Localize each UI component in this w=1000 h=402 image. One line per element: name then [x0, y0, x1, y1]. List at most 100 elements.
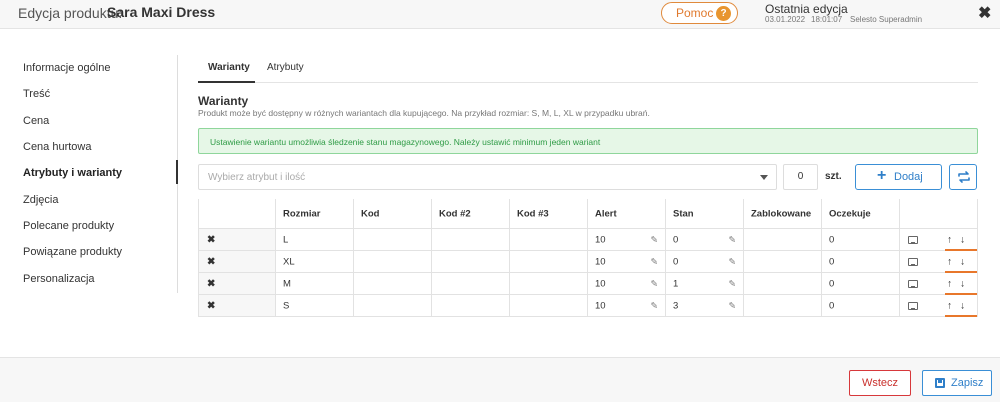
arrow-down-icon[interactable]: ↓ — [960, 234, 965, 245]
footer-bar: Wstecz Zapisz — [0, 357, 1000, 402]
cell-size-value: M — [283, 278, 291, 289]
info-alert: Ustawienie wariantu umożliwia śledzenie … — [198, 128, 978, 154]
image-icon[interactable] — [908, 301, 918, 310]
last-edit-label: Ostatnia edycja — [765, 2, 848, 16]
remove-icon[interactable]: ✖ — [207, 256, 215, 267]
cell-code2 — [432, 273, 510, 295]
image-icon[interactable] — [908, 257, 918, 266]
remove-cell: ✖ — [198, 229, 276, 251]
cell-pending-value: 0 — [829, 234, 835, 245]
remove-icon[interactable]: ✖ — [207, 234, 215, 245]
cell-stock[interactable]: 0 ✎ — [666, 251, 744, 273]
sidebar-item-personalizacja[interactable]: Personalizacja — [23, 273, 95, 285]
refresh-button[interactable] — [949, 164, 977, 190]
cell-code3 — [510, 273, 588, 295]
cell-size: XL — [276, 251, 354, 273]
arrow-down-icon[interactable]: ↓ — [960, 256, 965, 267]
sidebar-item-atrybuty-i-warianty[interactable]: Atrybuty i warianty — [23, 167, 122, 179]
add-button-label: Dodaj — [894, 171, 923, 183]
arrow-up-icon[interactable]: ↑ — [947, 300, 952, 311]
cell-alert-value: 10 — [595, 234, 606, 245]
cell-stock-value: 3 — [673, 300, 679, 311]
sidebar-item-polecane-produkty[interactable]: Polecane produkty — [23, 220, 114, 232]
caret-down-icon — [760, 175, 768, 180]
sidebar-item-powiazane-produkty[interactable]: Powiązane produkty — [23, 246, 122, 258]
remove-cell: ✖ — [198, 251, 276, 273]
sidebar-active-indicator — [176, 160, 178, 184]
pencil-icon[interactable]: ✎ — [650, 278, 658, 289]
column-header-size: Rozmiar — [283, 208, 321, 219]
attribute-select-placeholder: Wybierz atrybut i ilość — [208, 172, 306, 183]
cell-size-value: S — [283, 300, 290, 311]
cell-blocked — [744, 251, 822, 273]
arrow-up-icon[interactable]: ↑ — [947, 234, 952, 245]
remove-icon[interactable]: ✖ — [207, 300, 215, 311]
save-button[interactable]: Zapisz — [922, 370, 992, 396]
pencil-icon[interactable]: ✎ — [650, 234, 658, 245]
pencil-icon[interactable]: ✎ — [728, 234, 736, 245]
cell-alert[interactable]: 10 ✎ — [588, 273, 666, 295]
column-header-pending: Oczekuje — [829, 208, 871, 219]
back-button[interactable]: Wstecz — [849, 370, 911, 396]
cell-pending: 0 — [822, 273, 900, 295]
cell-alert[interactable]: 10 ✎ — [588, 251, 666, 273]
sidebar-item-informacje-ogolne[interactable]: Informacje ogólne — [23, 62, 110, 74]
arrow-down-icon[interactable]: ↓ — [960, 278, 965, 289]
pencil-icon[interactable]: ✎ — [728, 256, 736, 267]
cell-stock-value: 0 — [673, 256, 679, 267]
cell-stock[interactable]: 3 ✎ — [666, 295, 744, 317]
image-icon[interactable] — [908, 279, 918, 288]
cell-code2 — [432, 251, 510, 273]
cell-alert[interactable]: 10 ✎ — [588, 295, 666, 317]
remove-icon[interactable]: ✖ — [207, 278, 215, 289]
cell-pending-value: 0 — [829, 300, 835, 311]
column-header-stock: Stan — [673, 208, 694, 219]
attribute-select[interactable]: Wybierz atrybut i ilość — [198, 164, 777, 190]
sidebar-item-zdjecia[interactable]: Zdjęcia — [23, 194, 58, 206]
section-title: Warianty — [198, 94, 249, 108]
arrow-up-icon[interactable]: ↑ — [947, 278, 952, 289]
quantity-input[interactable]: 0 — [783, 164, 818, 190]
cell-alert[interactable]: 10 ✎ — [588, 229, 666, 251]
table-header-cell — [198, 199, 276, 229]
pencil-icon[interactable]: ✎ — [728, 278, 736, 289]
column-header-blocked: Zablokowane — [751, 208, 812, 219]
cell-pending: 0 — [822, 251, 900, 273]
pencil-icon[interactable]: ✎ — [650, 256, 658, 267]
arrow-down-icon[interactable]: ↓ — [960, 300, 965, 311]
arrow-up-icon[interactable]: ↑ — [947, 256, 952, 267]
tab-atrybuty[interactable]: Atrybuty — [267, 62, 304, 73]
cell-stock[interactable]: 1 ✎ — [666, 273, 744, 295]
help-label: Pomoc — [676, 6, 714, 20]
sidebar-item-cena[interactable]: Cena — [23, 115, 49, 127]
image-icon[interactable] — [908, 235, 918, 244]
pencil-icon[interactable]: ✎ — [728, 300, 736, 311]
column-header-code: Kod — [361, 208, 380, 219]
actions-cell: ↑ ↓ — [900, 295, 978, 317]
cell-code — [354, 251, 432, 273]
actions-cell: ↑ ↓ — [900, 273, 978, 295]
close-icon[interactable]: ✖ — [978, 3, 991, 23]
cell-pending: 0 — [822, 295, 900, 317]
cell-stock[interactable]: 0 ✎ — [666, 229, 744, 251]
tab-warianty[interactable]: Warianty — [208, 62, 250, 73]
cell-code3 — [510, 295, 588, 317]
help-button[interactable]: Pomoc ? — [661, 2, 738, 24]
last-edit-user: Selesto Superadmin — [850, 15, 923, 24]
cell-stock-value: 0 — [673, 234, 679, 245]
active-tab-underline — [198, 81, 255, 83]
cell-code — [354, 295, 432, 317]
section-description: Produkt może być dostępny w różnych wari… — [198, 108, 650, 118]
table-header-cell: Alert — [588, 199, 666, 229]
cell-blocked — [744, 229, 822, 251]
actions-cell: ↑ ↓ — [900, 251, 978, 273]
table-header-cell: Zablokowane — [744, 199, 822, 229]
add-button[interactable]: + Dodaj — [855, 164, 942, 190]
sidebar-item-tresc[interactable]: Treść — [23, 88, 50, 100]
pencil-icon[interactable]: ✎ — [650, 300, 658, 311]
cell-stock-value: 1 — [673, 278, 679, 289]
cell-pending-value: 0 — [829, 278, 835, 289]
table-header-cell — [900, 199, 978, 229]
sidebar-item-cena-hurtowa[interactable]: Cena hurtowa — [23, 141, 92, 153]
cell-pending-value: 0 — [829, 256, 835, 267]
